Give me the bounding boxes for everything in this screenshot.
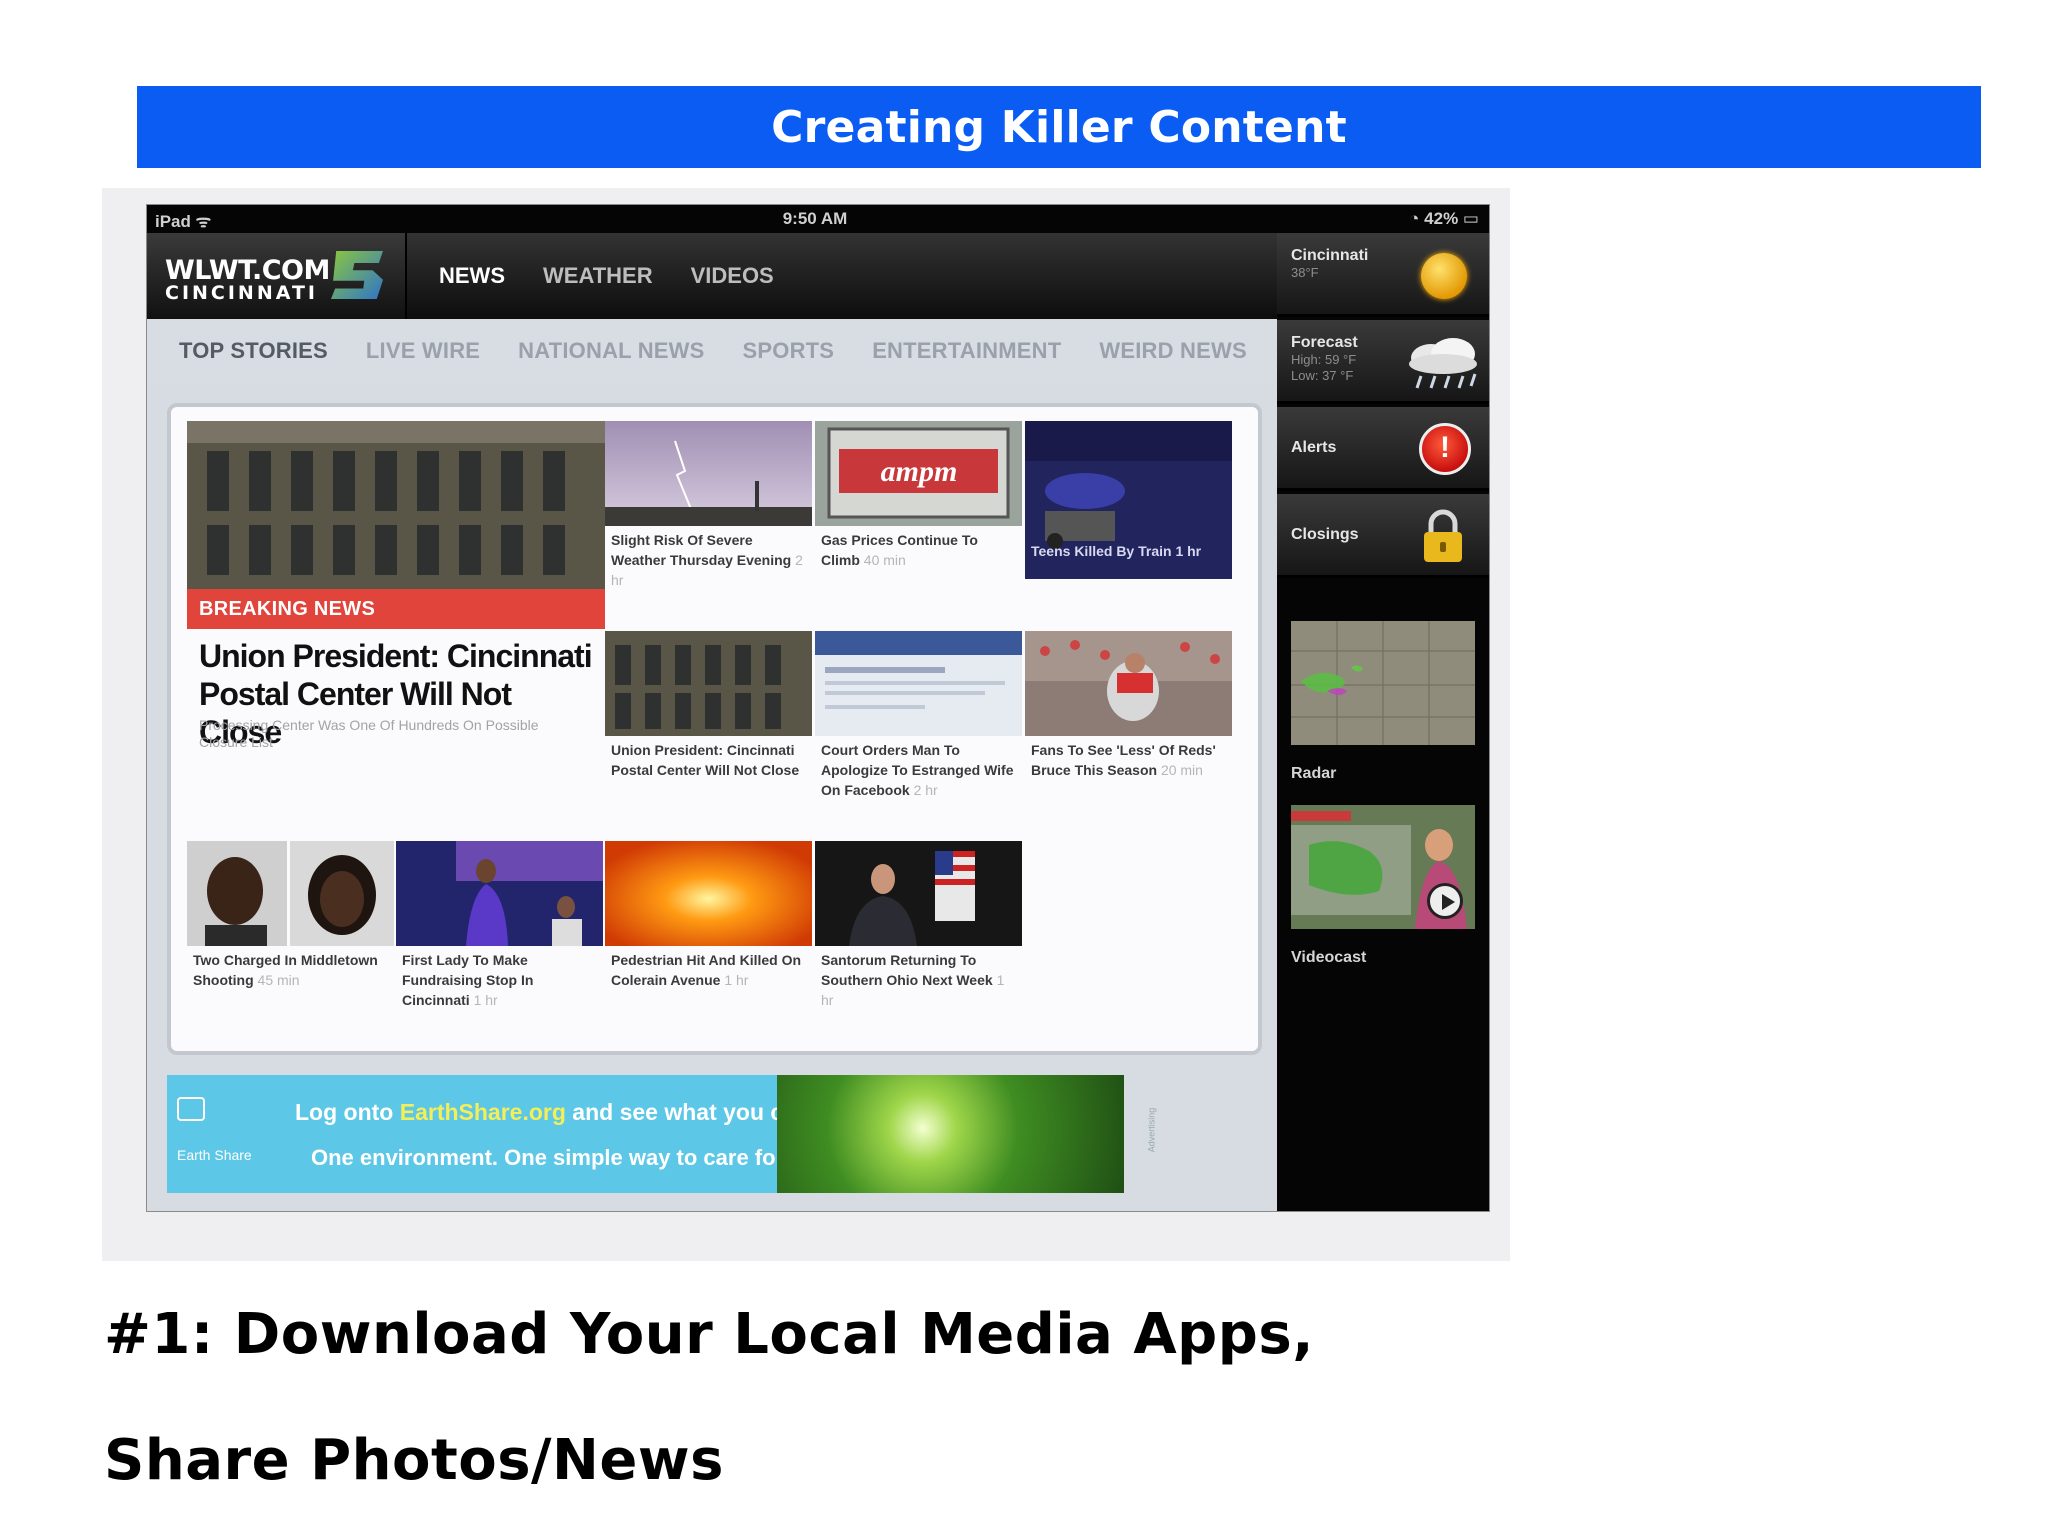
closings-label: Closings — [1291, 526, 1359, 543]
status-time: 9:50 AM — [782, 209, 848, 228]
story-tile[interactable]: Two Charged In Middletown Shooting 45 mi… — [187, 841, 394, 994]
story-time: 1 hr — [1175, 543, 1202, 559]
story-title: Pedestrian Hit And Killed On Colerain Av… — [611, 952, 802, 988]
closings-tile[interactable]: Closings — [1277, 494, 1489, 578]
story-title: Santorum Returning To Southern Ohio Next… — [821, 952, 993, 988]
ios-status-bar: iPad ᯤ 9:50 AM ◔ 42% ▭ — [147, 205, 1489, 233]
ad-line2: One environment. One simple way to care … — [311, 1145, 827, 1170]
sun-icon — [1421, 253, 1467, 299]
first-lady-photo — [396, 841, 603, 946]
weather-current-tile[interactable]: Cincinnati 38°F — [1277, 233, 1489, 317]
weather-sidebar: Cincinnati 38°F Forecast High: 59 °F Low… — [1277, 233, 1489, 1211]
story-title: Teens Killed By Train — [1031, 543, 1172, 559]
story-time: 1 hr — [473, 992, 498, 1008]
radar-map[interactable] — [1291, 621, 1475, 745]
videocast-thumbnail[interactable] — [1291, 805, 1475, 929]
story-tile[interactable]: Santorum Returning To Southern Ohio Next… — [815, 841, 1022, 1014]
story-time: 2 hr — [913, 782, 938, 798]
tab-entertainment[interactable]: ENTERTAINMENT — [872, 338, 1061, 364]
play-icon[interactable] — [1427, 883, 1463, 919]
story-time: 45 min — [257, 972, 300, 988]
logo-city: CINCINNATI — [165, 282, 318, 304]
ad-link[interactable]: EarthShare.org — [400, 1099, 566, 1125]
postal-building-image — [187, 421, 605, 589]
story-tile[interactable]: ampm Gas Prices Continue To Climb 40 min — [815, 421, 1022, 574]
story-time: 1 hr — [724, 972, 749, 988]
forecast-tile[interactable]: Forecast High: 59 °F Low: 37 °F — [1277, 320, 1489, 404]
tab-weird-news[interactable]: WEIRD NEWS — [1099, 338, 1246, 364]
battery-percent: 42% — [1424, 209, 1459, 228]
ad-disclosure: Advertising — [1146, 1107, 1157, 1153]
santorum-photo — [815, 841, 1022, 946]
ipad-screenshot: iPad ᯤ 9:50 AM ◔ 42% ▭ WLWT.COM CINCINNA… — [146, 204, 1490, 1212]
forecast-title: Forecast — [1291, 334, 1358, 351]
story-title: Slight Risk Of Severe Weather Thursday E… — [611, 532, 792, 568]
forecast-high: High: 59 °F — [1291, 352, 1357, 367]
battery-indicator: ◔ 42% ▭ — [1409, 209, 1479, 228]
app-header: WLWT.COM CINCINNATI NEWS WEATHER VIDEOS — [147, 233, 1277, 319]
story-tile[interactable]: Pedestrian Hit And Killed On Colerain Av… — [605, 841, 812, 994]
earthshare-ad-banner[interactable]: Log onto EarthShare.org and see what you… — [167, 1075, 1124, 1193]
story-tile[interactable]: Slight Risk Of Severe Weather Thursday E… — [605, 421, 812, 594]
lock-icon — [1424, 509, 1462, 562]
tab-national-news[interactable]: NATIONAL NEWS — [518, 338, 704, 364]
slide-title-banner: Creating Killer Content — [137, 86, 1981, 168]
ad-icon — [177, 1097, 205, 1121]
story-tile[interactable]: Court Orders Man To Apologize To Estrang… — [815, 631, 1022, 804]
accident-scene-photo — [605, 841, 812, 946]
tab-top-stories[interactable]: TOP STORIES — [179, 338, 328, 364]
mugshots-photo — [187, 841, 394, 946]
alerts-label: Alerts — [1291, 439, 1337, 456]
rain-cloud-icon — [1409, 338, 1477, 389]
forest-image — [777, 1075, 1124, 1193]
nav-news[interactable]: NEWS — [439, 263, 505, 289]
ad-brand: Earth Share — [177, 1147, 252, 1163]
baseball-player-photo — [1025, 631, 1232, 736]
city-name: Cincinnati — [1291, 247, 1369, 264]
section-tabs: TOP STORIES LIVE WIRE NATIONAL NEWS SPOR… — [147, 319, 1277, 383]
story-tile[interactable]: First Lady To Make Fundraising Stop In C… — [396, 841, 603, 1014]
story-title: First Lady To Make Fundraising Stop In C… — [402, 952, 534, 1008]
breaking-news-badge: BREAKING NEWS — [187, 589, 605, 629]
channel-5-logo-icon — [331, 251, 383, 299]
alert-icon: ! — [1419, 423, 1471, 475]
ad-line1-pre: Log onto — [295, 1099, 394, 1125]
story-time: 20 min — [1160, 762, 1203, 778]
main-nav: NEWS WEATHER VIDEOS — [439, 263, 774, 289]
lightning-photo — [605, 421, 812, 526]
radar-map-graphic — [1291, 621, 1475, 745]
radar-label: Radar — [1291, 765, 1337, 782]
tab-live-wire[interactable]: LIVE WIRE — [366, 338, 480, 364]
nav-videos[interactable]: VIDEOS — [691, 263, 774, 289]
story-title: Union President: Cincinnati Postal Cente… — [611, 742, 800, 778]
alerts-tile[interactable]: Alerts ! — [1277, 407, 1489, 491]
ampm-sign-photo: ampm — [815, 421, 1022, 526]
story-time: 40 min — [863, 552, 906, 568]
facebook-page-photo — [815, 631, 1022, 736]
nav-weather[interactable]: WEATHER — [543, 263, 653, 289]
postal-center-photo — [605, 631, 812, 736]
tab-sports[interactable]: SPORTS — [743, 338, 835, 364]
story-tile[interactable]: Union President: Cincinnati Postal Cente… — [605, 631, 812, 784]
lead-subheadline: Processing Center Was One Of Hundreds On… — [199, 717, 539, 750]
slide-heading-line2: Share Photos/News — [104, 1428, 724, 1493]
videocast-label: Videocast — [1291, 949, 1367, 966]
slide-title: Creating Killer Content — [771, 101, 1347, 153]
current-temp: 38°F — [1291, 265, 1319, 280]
svg-text:ampm: ampm — [881, 455, 958, 488]
slide-heading-line1: #1: Download Your Local Media Apps, — [104, 1302, 1314, 1367]
lead-story-photo[interactable] — [187, 421, 605, 589]
forecast-low: Low: 37 °F — [1291, 368, 1354, 383]
story-tile[interactable]: Fans To See 'Less' Of Reds' Bruce This S… — [1025, 631, 1232, 784]
station-logo[interactable]: WLWT.COM CINCINNATI — [147, 233, 407, 319]
